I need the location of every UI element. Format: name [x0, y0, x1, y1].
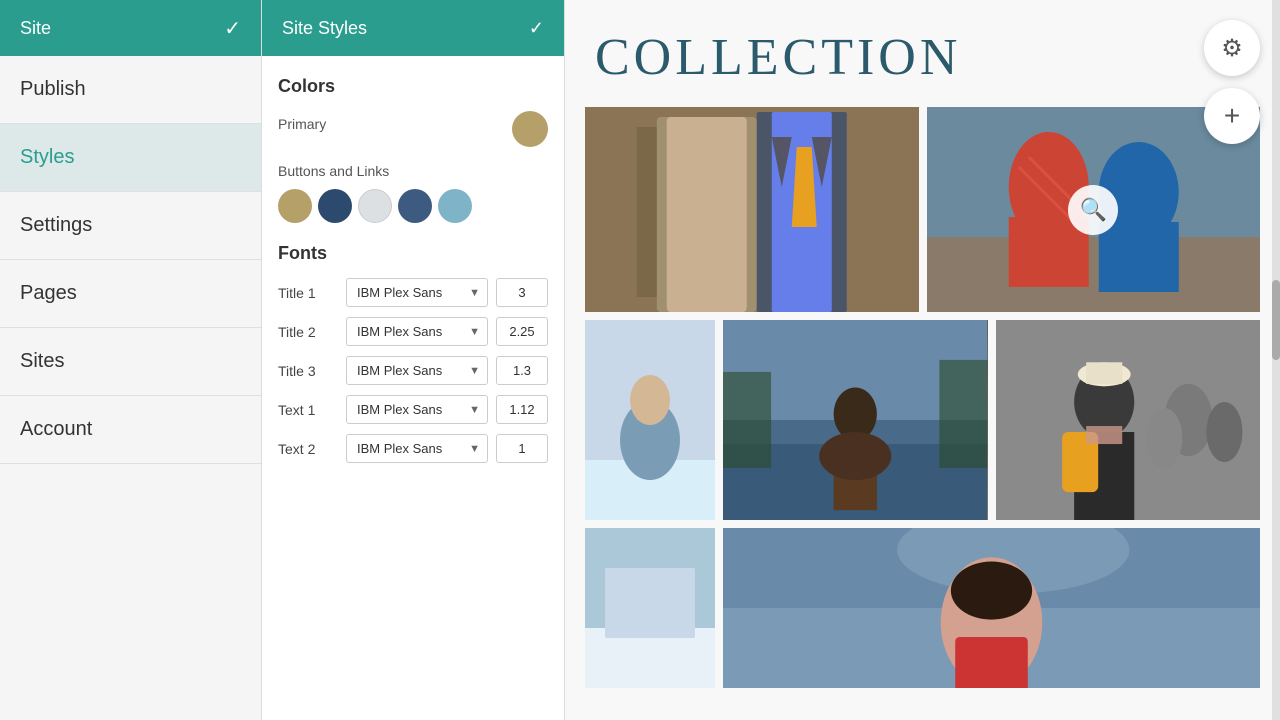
- font-select-title3[interactable]: IBM Plex Sans Georgia Arial: [346, 356, 488, 385]
- gallery-row-2: [585, 320, 1260, 520]
- gallery: 🔍: [565, 107, 1280, 688]
- athlete-image: [723, 528, 1260, 688]
- gallery-item-snow[interactable]: [585, 528, 715, 688]
- fab-container: ⚙ +: [1204, 20, 1260, 144]
- font-size-title2[interactable]: [496, 317, 548, 346]
- search-overlay[interactable]: 🔍: [1068, 185, 1118, 235]
- gallery-item-street[interactable]: [996, 320, 1261, 520]
- font-select-text1[interactable]: IBM Plex Sans Georgia Arial: [346, 395, 488, 424]
- font-size-title3[interactable]: [496, 356, 548, 385]
- colors-section: Colors Primary Buttons and Links: [278, 76, 548, 223]
- styles-header: Site Styles ✓: [262, 0, 564, 56]
- settings-button[interactable]: ⚙: [1204, 20, 1260, 76]
- sidebar-item-account[interactable]: Account: [0, 396, 261, 464]
- lake-image: [723, 320, 988, 520]
- font-row-title1: Title 1 IBM Plex Sans Georgia Arial ▼: [278, 278, 548, 307]
- snow-image: [585, 528, 715, 688]
- font-select-text2[interactable]: IBM Plex Sans Georgia Arial: [346, 434, 488, 463]
- primary-color-row: Primary: [278, 111, 548, 147]
- swatch-gold[interactable]: [278, 189, 312, 223]
- font-select-title1[interactable]: IBM Plex Sans Georgia Arial: [346, 278, 488, 307]
- sidebar-title: Site: [20, 18, 51, 39]
- sidebar-item-settings[interactable]: Settings: [0, 192, 261, 260]
- swatch-steel-blue[interactable]: [398, 189, 432, 223]
- font-select-wrapper-text2: IBM Plex Sans Georgia Arial ▼: [346, 434, 488, 463]
- sidebar-check-icon: ✓: [224, 16, 241, 41]
- gallery-item-athlete[interactable]: [723, 528, 1260, 688]
- gallery-item-winter[interactable]: [585, 320, 715, 520]
- font-select-wrapper-text1: IBM Plex Sans Georgia Arial ▼: [346, 395, 488, 424]
- font-row-title3: Title 3 IBM Plex Sans Georgia Arial ▼: [278, 356, 548, 385]
- primary-label: Primary: [278, 116, 326, 132]
- sidebar-header: Site ✓: [0, 0, 261, 56]
- swatch-light-gray[interactable]: [358, 189, 392, 223]
- styles-panel: Site Styles ✓ Colors Primary Buttons and…: [261, 0, 565, 720]
- scrollbar-thumb[interactable]: [1272, 280, 1280, 360]
- fonts-title: Fonts: [278, 243, 548, 264]
- primary-color-swatch[interactable]: [512, 111, 548, 147]
- winter-image: [585, 320, 715, 520]
- sidebar-item-styles[interactable]: Styles: [0, 124, 261, 192]
- font-select-wrapper-title1: IBM Plex Sans Georgia Arial ▼: [346, 278, 488, 307]
- fonts-section: Fonts Title 1 IBM Plex Sans Georgia Aria…: [278, 243, 548, 463]
- add-button[interactable]: +: [1204, 88, 1260, 144]
- gallery-item-suits[interactable]: [585, 107, 919, 312]
- font-label-title3: Title 3: [278, 363, 338, 379]
- plus-icon: +: [1224, 100, 1240, 132]
- font-label-text2: Text 2: [278, 441, 338, 457]
- search-icon: 🔍: [1080, 197, 1107, 223]
- sidebar-item-sites[interactable]: Sites: [0, 328, 261, 396]
- swatch-dark-blue[interactable]: [318, 189, 352, 223]
- font-row-title2: Title 2 IBM Plex Sans Georgia Arial ▼: [278, 317, 548, 346]
- buttons-links-label: Buttons and Links: [278, 163, 548, 179]
- gallery-item-lake[interactable]: [723, 320, 988, 520]
- gallery-row-3: [585, 528, 1260, 688]
- sidebar-item-pages[interactable]: Pages: [0, 260, 261, 328]
- sidebar-item-publish[interactable]: Publish: [0, 56, 261, 124]
- button-link-swatches: [278, 189, 548, 223]
- font-row-text2: Text 2 IBM Plex Sans Georgia Arial ▼: [278, 434, 548, 463]
- suits-image: [585, 107, 919, 312]
- font-select-title2[interactable]: IBM Plex Sans Georgia Arial: [346, 317, 488, 346]
- font-select-wrapper-title3: IBM Plex Sans Georgia Arial ▼: [346, 356, 488, 385]
- gear-icon: ⚙: [1221, 34, 1243, 63]
- styles-title: Site Styles: [282, 18, 367, 39]
- font-row-text1: Text 1 IBM Plex Sans Georgia Arial ▼: [278, 395, 548, 424]
- main-content: COLLECTION: [565, 0, 1280, 720]
- font-size-text2[interactable]: [496, 434, 548, 463]
- styles-content: Colors Primary Buttons and Links Fonts T…: [262, 56, 564, 720]
- scrollbar-track: [1272, 0, 1280, 720]
- font-size-text1[interactable]: [496, 395, 548, 424]
- colors-title: Colors: [278, 76, 548, 97]
- font-label-text1: Text 1: [278, 402, 338, 418]
- sidebar-nav: Publish Styles Settings Pages Sites Acco…: [0, 56, 261, 720]
- font-select-wrapper-title2: IBM Plex Sans Georgia Arial ▼: [346, 317, 488, 346]
- street-image: [996, 320, 1261, 520]
- styles-check-icon: ✓: [529, 18, 544, 39]
- font-label-title1: Title 1: [278, 285, 338, 301]
- font-size-title1[interactable]: [496, 278, 548, 307]
- collection-title: COLLECTION: [565, 0, 1280, 107]
- gallery-row-1: 🔍: [585, 107, 1260, 312]
- font-label-title2: Title 2: [278, 324, 338, 340]
- swatch-light-blue[interactable]: [438, 189, 472, 223]
- left-sidebar: Site ✓ Publish Styles Settings Pages Sit…: [0, 0, 261, 720]
